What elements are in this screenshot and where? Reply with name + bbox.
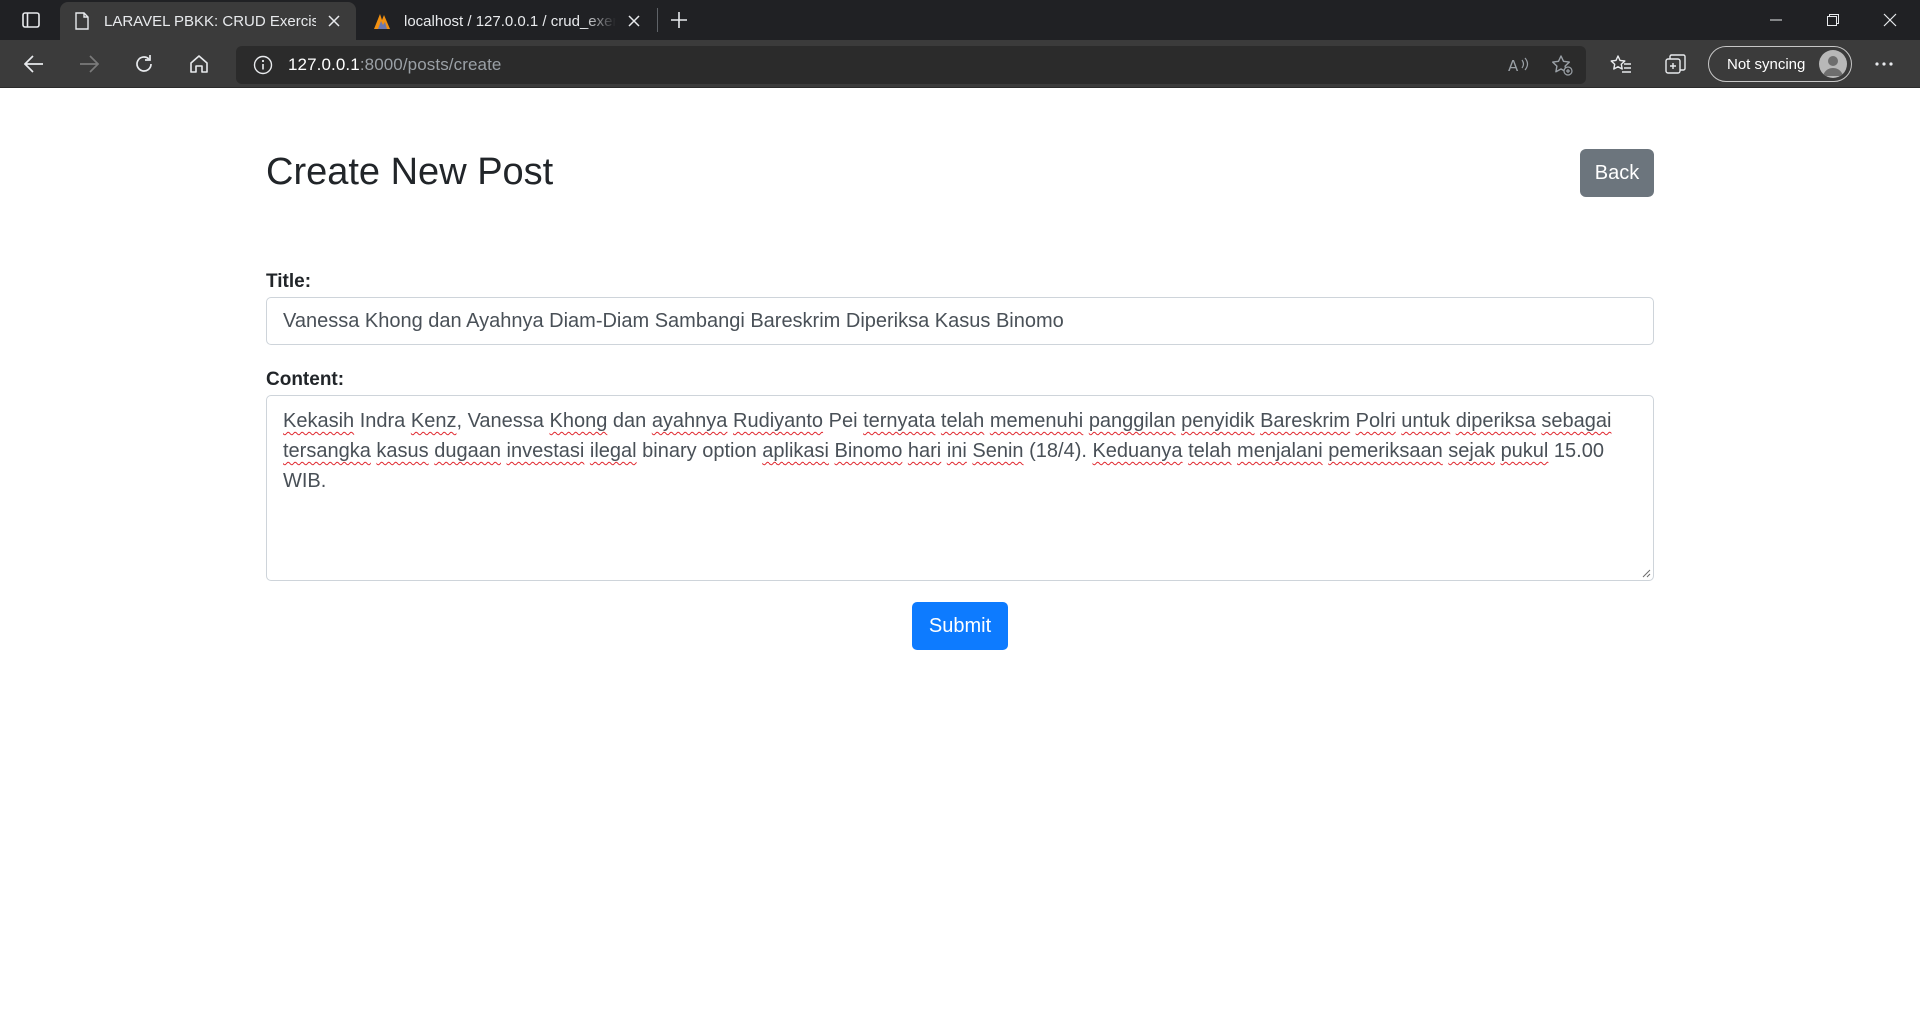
browser-toolbar: 127.0.0.1:8000/posts/create A Not syncin… <box>0 40 1920 88</box>
tab-crud-exercise[interactable]: LARAVEL PBKK: CRUD Exercise <box>60 2 356 40</box>
new-tab-icon[interactable] <box>664 6 694 34</box>
misspelled-word: pukul <box>1500 440 1549 462</box>
misspelled-word: Kenz <box>410 410 457 432</box>
misspelled-word: Kekasih <box>283 410 355 432</box>
back-button[interactable]: Back <box>1580 149 1654 197</box>
misspelled-word: hari <box>907 440 942 462</box>
browser-tab-strip: LARAVEL PBKK: CRUD Exercise localhost / … <box>0 0 1920 40</box>
misspelled-word: Rudiyanto <box>733 410 824 432</box>
misspelled-word: investasi <box>506 440 585 462</box>
svg-text:A: A <box>1508 57 1519 75</box>
add-favorite-icon[interactable] <box>1544 48 1580 82</box>
misspelled-word: dugaan <box>434 440 501 462</box>
misspelled-word: untuk <box>1401 410 1451 432</box>
misspelled-word: memenuhi <box>989 410 1084 432</box>
page-icon <box>72 11 92 31</box>
title-input[interactable]: Vanessa Khong dan Ayahnya Diam-Diam Samb… <box>266 297 1654 345</box>
minimize-icon[interactable] <box>1748 0 1804 40</box>
content-textarea[interactable]: Kekasih Indra Kenz, Vanessa Khong dan ay… <box>266 395 1654 581</box>
page-content: Create New Post Back Title: Vanessa Khon… <box>0 88 1920 1019</box>
misspelled-word: Senin <box>972 440 1024 462</box>
collections-icon[interactable] <box>1658 47 1694 81</box>
content-word: Indra <box>354 410 411 432</box>
misspelled-word: diperiksa <box>1455 410 1536 432</box>
content-label: Content: <box>266 369 345 390</box>
misspelled-word: Binomo <box>834 440 903 462</box>
misspelled-word: sejak <box>1448 440 1495 462</box>
misspelled-word: Khong <box>549 410 608 432</box>
content-text: Kekasih Indra Kenz, Vanessa Khong dan ay… <box>283 410 1611 492</box>
content-word: binary option <box>636 440 763 462</box>
refresh-icon[interactable] <box>126 47 162 81</box>
title-label: Title: <box>266 271 312 292</box>
misspelled-word: ilegal <box>589 440 637 462</box>
tab-title: localhost / 127.0.0.1 / crud_exercise <box>404 12 616 30</box>
misspelled-word: telah <box>940 410 985 432</box>
misspelled-word: pemeriksaan <box>1328 440 1443 462</box>
sync-status-label: Not syncing <box>1727 55 1806 73</box>
close-icon[interactable] <box>324 11 344 31</box>
phpmyadmin-icon <box>372 11 392 31</box>
more-options-icon[interactable] <box>1866 47 1902 81</box>
back-arrow-icon[interactable] <box>16 47 52 81</box>
read-aloud-icon[interactable]: A <box>1500 48 1536 82</box>
home-icon[interactable] <box>181 47 217 81</box>
misspelled-word: ayahnya <box>651 410 728 432</box>
forward-arrow-icon[interactable] <box>71 47 107 81</box>
page-title: Create New Post <box>266 151 554 193</box>
misspelled-word: menjalani <box>1237 440 1323 462</box>
content-word: dan <box>607 410 652 432</box>
misspelled-word: Polri <box>1355 410 1396 432</box>
tab-title: LARAVEL PBKK: CRUD Exercise <box>104 12 316 30</box>
restore-icon[interactable] <box>1805 0 1861 40</box>
tab-actions-icon[interactable] <box>14 8 48 32</box>
content-word: , Vanessa <box>456 410 550 432</box>
misspelled-word: aplikasi <box>762 440 829 462</box>
close-icon[interactable] <box>624 11 644 31</box>
profile-avatar-icon <box>1819 50 1847 78</box>
address-bar[interactable]: 127.0.0.1:8000/posts/create A <box>236 46 1586 84</box>
misspelled-word: Keduanya <box>1092 440 1183 462</box>
content-word: Pei <box>823 410 864 432</box>
misspelled-word: kasus <box>376 440 429 462</box>
submit-button[interactable]: Submit <box>912 602 1008 650</box>
url-host: 127.0.0.1 <box>288 55 360 74</box>
url-path: :8000/posts/create <box>359 55 502 74</box>
favorites-icon[interactable] <box>1603 47 1639 81</box>
misspelled-word: panggilan <box>1088 410 1176 432</box>
misspelled-word: Bareskrim <box>1260 410 1351 432</box>
misspelled-word: penyidik <box>1181 410 1255 432</box>
misspelled-word: ini <box>946 440 967 462</box>
address-url[interactable]: 127.0.0.1:8000/posts/create <box>288 55 501 75</box>
info-icon[interactable] <box>244 46 282 84</box>
misspelled-word: telah <box>1188 440 1232 462</box>
profile-sync-button[interactable]: Not syncing <box>1708 46 1852 82</box>
misspelled-word: sebagai <box>1541 410 1612 432</box>
content-word: (18/4). <box>1023 440 1093 462</box>
tab-phpmyadmin[interactable]: localhost / 127.0.0.1 / crud_exercise <box>360 2 656 40</box>
misspelled-word: tersangka <box>283 440 371 462</box>
window-close-icon[interactable] <box>1862 0 1918 40</box>
tab-divider <box>657 8 658 32</box>
misspelled-word: ternyata <box>863 410 936 432</box>
resize-handle-icon[interactable] <box>1639 566 1651 578</box>
